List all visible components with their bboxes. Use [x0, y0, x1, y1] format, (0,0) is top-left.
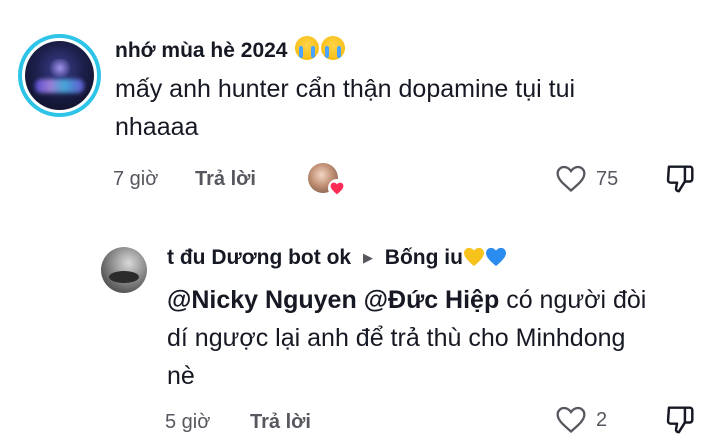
reply-username[interactable]: t đu Dương bot ok	[167, 246, 351, 269]
like-heart-icon[interactable]	[555, 165, 587, 198]
reply-timestamp: 5 giờ	[165, 411, 211, 433]
reply-avatar[interactable]	[101, 247, 147, 293]
reply-reply-button[interactable]: Trả lời	[250, 411, 311, 434]
comment-username[interactable]: nhớ mùa hè 2024	[115, 36, 346, 63]
reply-like-heart-icon[interactable]	[555, 406, 587, 437]
reply-to-username[interactable]: Bống iu	[385, 246, 463, 269]
mention-duc-hiep[interactable]: @Đức Hiệp	[364, 286, 500, 314]
yellow-heart-icon	[463, 247, 484, 267]
commenter-avatar[interactable]	[18, 34, 101, 117]
reply-like-count: 2	[596, 409, 608, 431]
comment-text: mấy anh hunter cẩn thận dopamine tụi tui…	[115, 75, 576, 141]
crying-emoji-icon	[295, 36, 320, 60]
crying-emoji-icon	[321, 36, 346, 60]
comment-reply-button[interactable]: Trả lời	[195, 168, 256, 191]
creator-liked-avatar	[308, 163, 346, 197]
reply-text: @Nicky Nguyen @Đức Hiệp có người đòi dí …	[167, 286, 647, 390]
comment-like-count: 75	[596, 168, 619, 190]
reply-dislike-icon[interactable]	[665, 404, 695, 437]
dislike-icon[interactable]	[665, 163, 695, 200]
comment-timestamp: 7 giờ	[113, 168, 159, 190]
mention-nicky[interactable]: @Nicky Nguyen	[167, 286, 357, 314]
reply-arrow-icon: ▶	[362, 250, 373, 265]
blue-heart-icon	[485, 247, 506, 267]
heart-badge-icon	[328, 179, 346, 197]
reply-username-row: t đu Dương bot ok ▶ Bống iu	[167, 246, 507, 270]
